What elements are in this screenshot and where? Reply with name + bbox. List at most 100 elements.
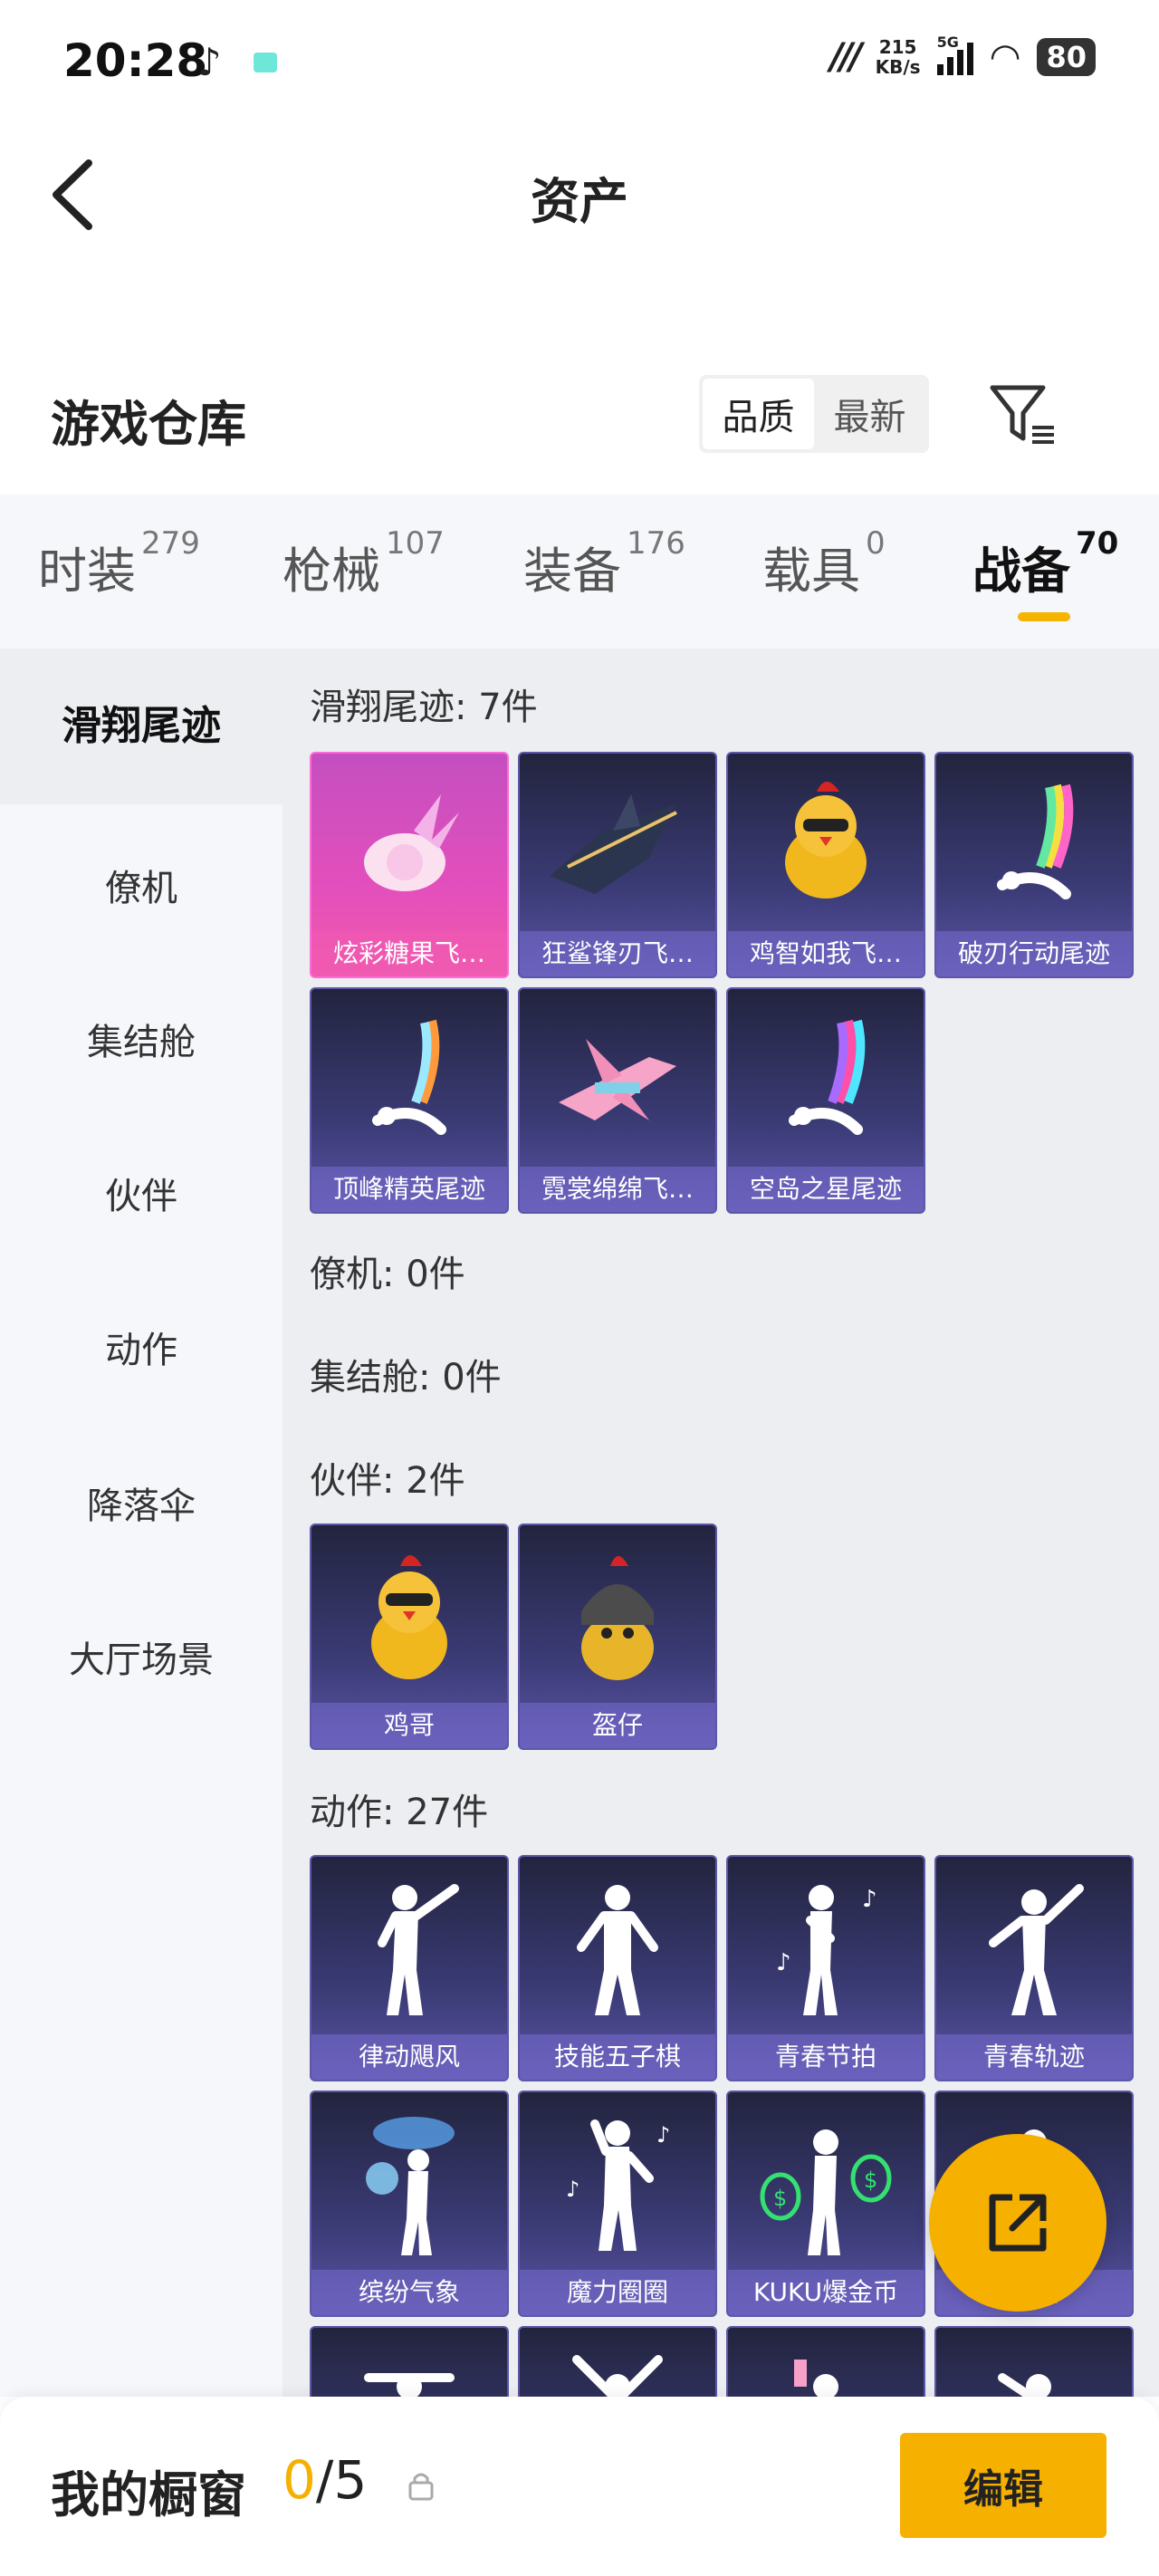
- item-label: 魔力圈圈: [520, 2270, 715, 2315]
- tab-label: 装备: [523, 543, 621, 600]
- svg-text:♪: ♪: [776, 1949, 791, 1976]
- sidebar-item-lobby-scene[interactable]: 大厅场景: [0, 1630, 283, 1683]
- candy-glider-icon: [311, 754, 507, 935]
- item-card[interactable]: [518, 2326, 717, 2397]
- dance-pose-icon: ♪ ♪: [728, 1857, 924, 2038]
- sort-newest[interactable]: 最新: [814, 379, 925, 449]
- money-bag-dance-icon: $ $: [728, 2092, 924, 2273]
- tab-weapons[interactable]: 枪械 107: [283, 525, 445, 602]
- battery-icon: 80: [1037, 38, 1096, 76]
- filter-button[interactable]: [987, 382, 1059, 449]
- tab-equipment[interactable]: 装备 176: [523, 525, 685, 602]
- item-card[interactable]: 青春轨迹: [934, 1855, 1134, 2081]
- item-card[interactable]: 缤纷气象: [310, 2091, 509, 2317]
- group-title-glide: 滑翔尾迹: 7件: [310, 687, 538, 728]
- group-title-action: 动作: 27件: [310, 1792, 489, 1833]
- item-label: 鸡哥: [311, 1703, 507, 1748]
- sort-quality[interactable]: 品质: [703, 379, 814, 449]
- item-card[interactable]: [310, 2326, 509, 2397]
- tab-fashion[interactable]: 时装 279: [38, 525, 200, 602]
- item-card[interactable]: 盔仔: [518, 1523, 717, 1750]
- svg-text:♪: ♪: [862, 1886, 877, 1913]
- item-label: 炫彩糖果飞…: [311, 931, 507, 976]
- elite-trail-icon: [311, 989, 507, 1170]
- dance-pose-icon: [936, 2328, 1132, 2397]
- signal-icon: 5G: [936, 34, 973, 75]
- dance-pose-icon: [520, 1857, 715, 2038]
- active-tab-indicator: [1018, 612, 1070, 621]
- item-card[interactable]: ♪ ♪ 魔力圈圈: [518, 2091, 717, 2317]
- svg-text:$: $: [864, 2167, 877, 2193]
- chicken-partner-icon: [311, 1525, 507, 1706]
- item-card[interactable]: $ $ KUKU爆金币: [726, 2091, 925, 2317]
- sidebar-item-partner[interactable]: 伙伴: [0, 1167, 283, 1219]
- sidebar-item-action[interactable]: 动作: [0, 1321, 283, 1373]
- edit-button[interactable]: 编辑: [900, 2433, 1106, 2538]
- tab-combat[interactable]: 战备 70: [972, 525, 1118, 602]
- item-card[interactable]: 技能五子棋: [518, 1855, 717, 2081]
- item-label: 霓裳绵绵飞…: [520, 1167, 715, 1212]
- shark-glider-icon: [520, 754, 715, 935]
- network-type: 5G: [936, 34, 959, 51]
- showcase-title: 我的橱窗: [51, 2466, 246, 2523]
- weather-dance-icon: [311, 2092, 507, 2273]
- tab-vehicles[interactable]: 载具 0: [762, 525, 886, 602]
- showcase-total: /5: [315, 2449, 368, 2511]
- item-label: 缤纷气象: [311, 2270, 507, 2315]
- dance-pose-icon: [520, 2328, 715, 2397]
- pink-plane-glider-icon: [520, 989, 715, 1170]
- item-card[interactable]: 空岛之星尾迹: [726, 987, 925, 1214]
- filter-icon: [990, 385, 1054, 444]
- dance-pose-icon: [728, 2328, 924, 2397]
- item-card[interactable]: 鸡哥: [310, 1523, 509, 1750]
- svg-text:♪: ♪: [656, 2122, 670, 2148]
- item-label: 青春轨迹: [936, 2034, 1132, 2080]
- item-card[interactable]: 狂鲨锋刃飞…: [518, 752, 717, 978]
- item-label: 空岛之星尾迹: [728, 1167, 924, 1212]
- share-icon: [989, 2194, 1047, 2252]
- sidebar-item-wingman[interactable]: 僚机: [0, 859, 283, 911]
- helmet-partner-icon: [520, 1525, 715, 1706]
- sort-toggle: 品质 最新: [699, 375, 929, 453]
- tab-count: 107: [386, 525, 445, 562]
- dance-pose-icon: ♪ ♪: [520, 2092, 715, 2273]
- chicken-glider-icon: [728, 754, 924, 935]
- item-card[interactable]: 霓裳绵绵飞…: [518, 987, 717, 1214]
- share-button[interactable]: [929, 2134, 1106, 2312]
- sidebar: 滑翔尾迹 僚机 集结舱 伙伴 动作 降落伞 大厅场景: [0, 649, 283, 2397]
- warehouse-header: 游戏仓库 品质 最新: [0, 362, 1159, 471]
- item-label: 破刃行动尾迹: [936, 931, 1132, 976]
- speed-unit: KB/s: [875, 56, 921, 78]
- carrier-icon: ///: [829, 36, 863, 78]
- category-tabs: 时装 279 枪械 107 装备 176 载具 0 战备 70: [0, 495, 1159, 649]
- tab-count: 176: [627, 525, 685, 562]
- svg-text:$: $: [773, 2186, 787, 2211]
- tab-label: 时装: [38, 543, 136, 600]
- item-card[interactable]: [934, 2326, 1134, 2397]
- tab-label: 战备: [972, 543, 1070, 600]
- dance-pose-icon: [936, 1857, 1132, 2038]
- sidebar-item-glide-trail[interactable]: 滑翔尾迹: [0, 649, 283, 804]
- group-title-partner: 伙伴: 2件: [310, 1460, 465, 1502]
- page-title: 资产: [531, 173, 628, 230]
- wifi-icon: ◠: [989, 36, 1021, 78]
- item-card[interactable]: 顶峰精英尾迹: [310, 987, 509, 1214]
- tab-count: 70: [1076, 525, 1119, 562]
- item-card[interactable]: [726, 2326, 925, 2397]
- item-label: 狂鲨锋刃飞…: [520, 931, 715, 976]
- item-label: 鸡智如我飞…: [728, 931, 924, 976]
- item-card[interactable]: 鸡智如我飞…: [726, 752, 925, 978]
- rainbow-trail-icon: [936, 754, 1132, 935]
- item-card[interactable]: 炫彩糖果飞…: [310, 752, 509, 978]
- item-card[interactable]: ♪ ♪ 青春节拍: [726, 1855, 925, 2081]
- sky-star-trail-icon: [728, 989, 924, 1170]
- sidebar-item-parachute[interactable]: 降落伞: [0, 1476, 283, 1529]
- status-icons: /// 215 KB/s 5G ◠ 80: [829, 34, 1096, 78]
- item-card[interactable]: 破刃行动尾迹: [934, 752, 1134, 978]
- item-card[interactable]: 律动飓风: [310, 1855, 509, 2081]
- status-time: 20:28: [63, 34, 208, 87]
- tab-label: 载具: [762, 543, 860, 600]
- status-bar: 20:28 ♪ /// 215 KB/s 5G ◠ 80: [0, 0, 1159, 127]
- showcase-current: 0: [283, 2449, 316, 2511]
- sidebar-item-capsule[interactable]: 集结舱: [0, 1013, 283, 1065]
